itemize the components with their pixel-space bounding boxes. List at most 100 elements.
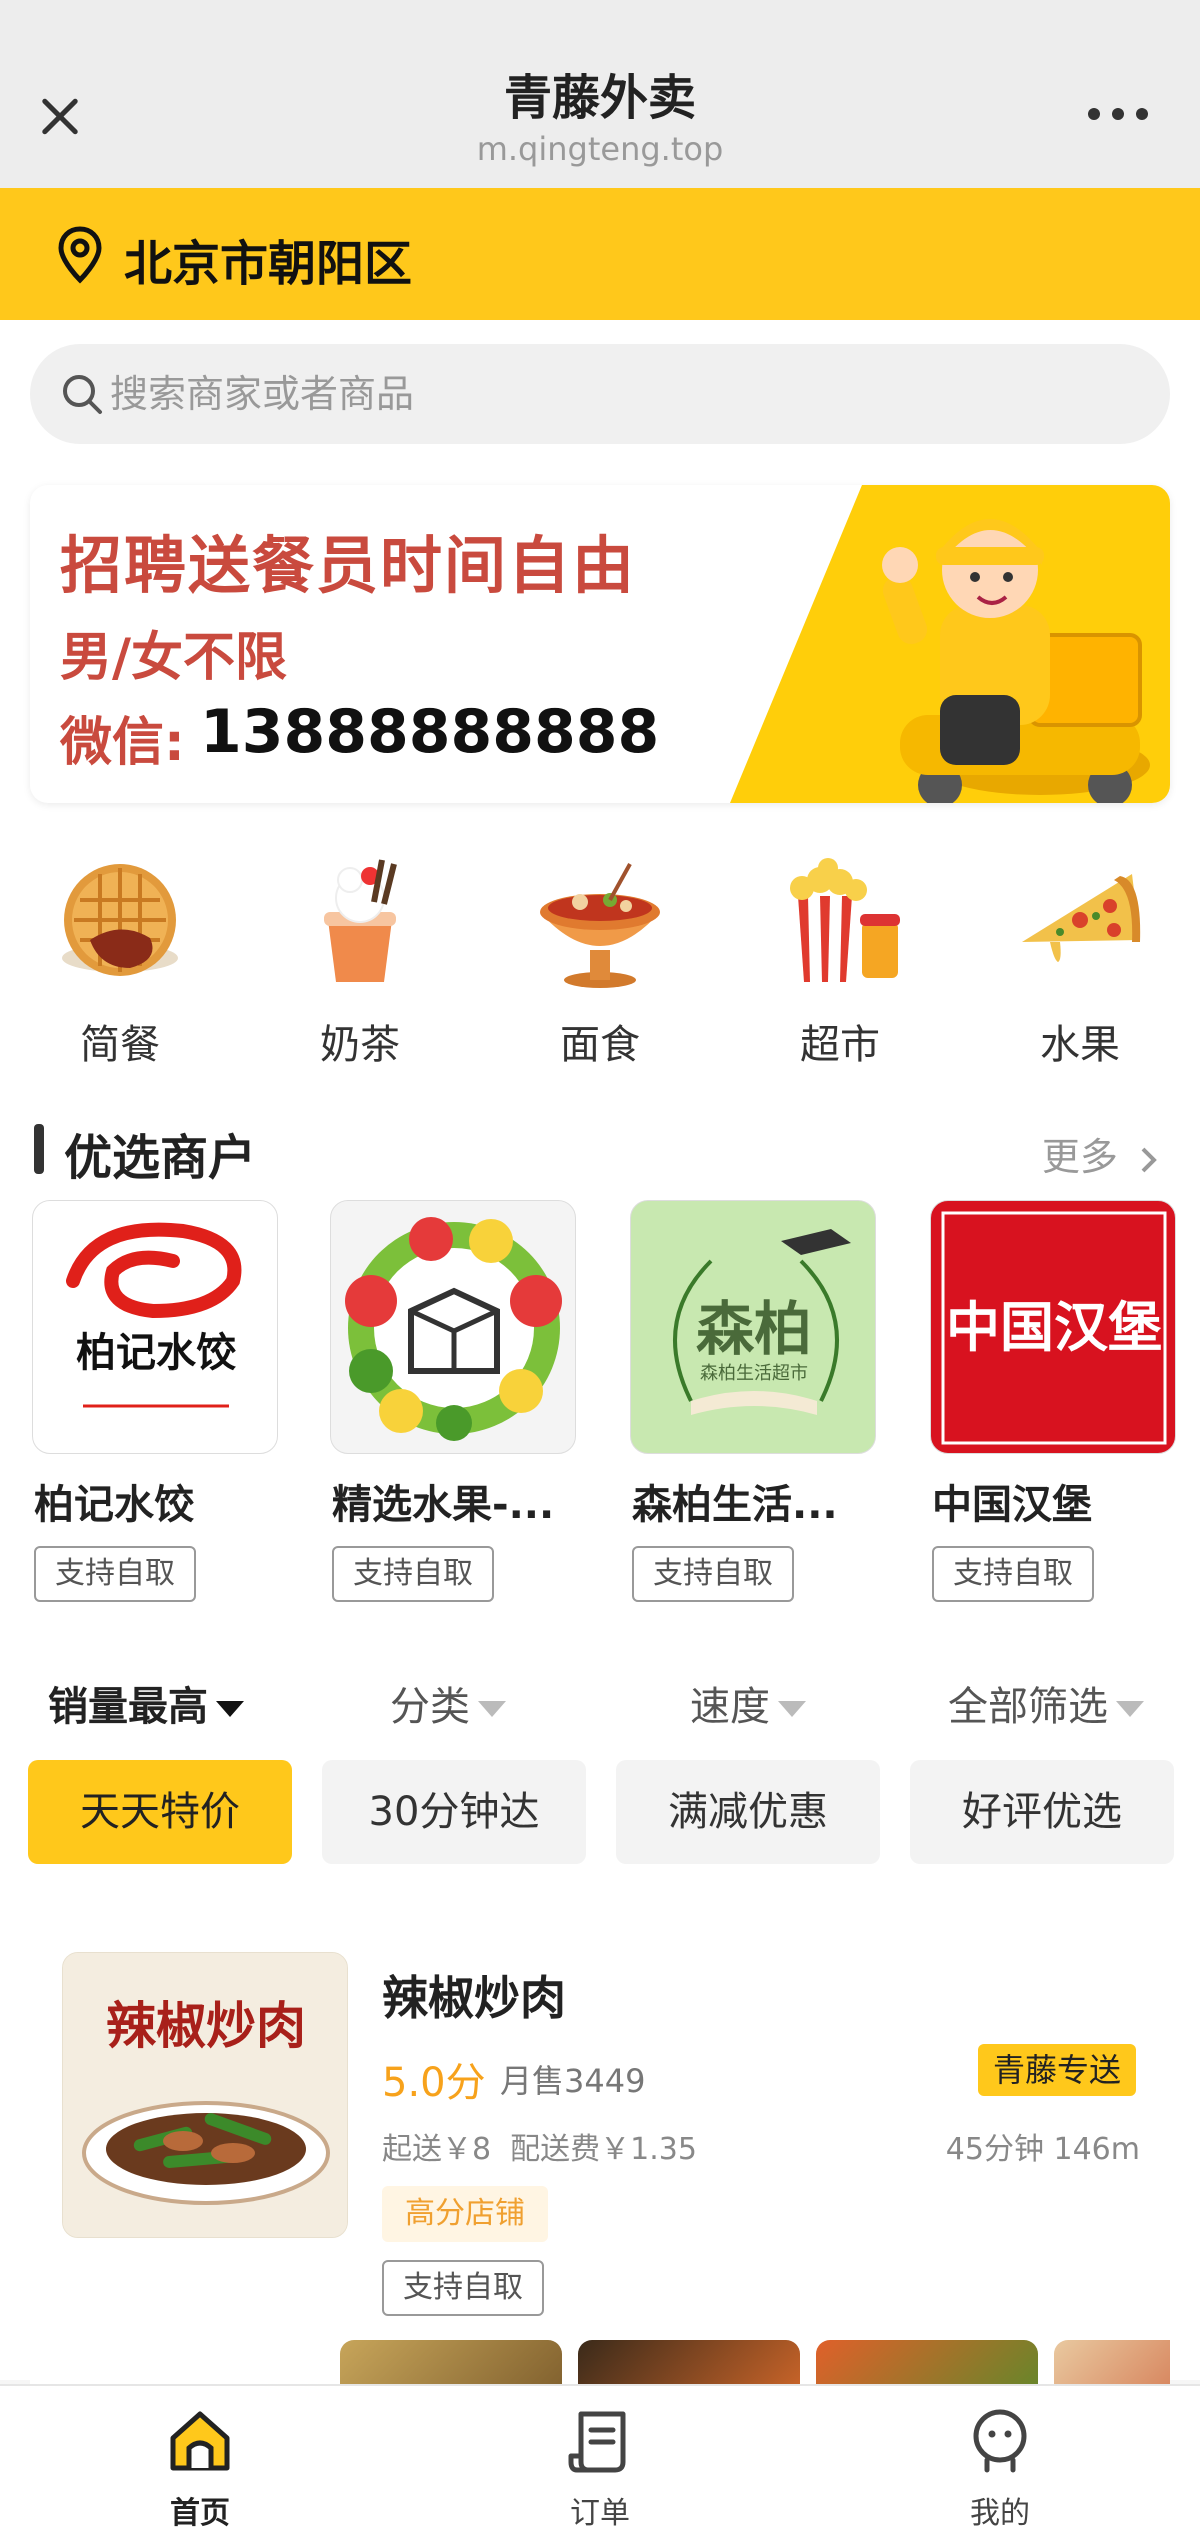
delivery-fee: 配送费￥1.35 [510,2132,697,2167]
banner-headline: 招聘送餐员时间自由 [60,529,637,602]
nav-label: 我的 [970,2496,1030,2531]
category-item[interactable]: 简餐 [20,850,220,1068]
merchant-logo-text: 森柏 [696,1295,812,1363]
store-card[interactable]: 辣椒炒肉 辣椒炒肉 5.0分 月售3449 青藤专送 起送￥8 配送费￥1.35… [30,1920,1170,2420]
more-icon[interactable] [1088,108,1148,122]
filter-chips: 天天特价 30分钟达 满减优惠 好评优选 [0,1760,1200,1870]
merchant-name: 森柏生活... [632,1482,838,1528]
merchant-card[interactable]: 柏记水饺 柏记水饺 支持自取 [32,1200,322,1620]
recruit-banner[interactable]: 招聘送餐员时间自由 男/女不限 微信: 13888888888 [30,485,1170,803]
category-item[interactable]: 奶茶 [260,850,460,1068]
merchant-logo-subtext: 森柏生活超市 [700,1363,808,1384]
search-bar[interactable] [30,344,1170,444]
search-icon [63,375,102,414]
category-item[interactable]: 超市 [740,850,940,1068]
banner-phone: 13888888888 [200,697,660,767]
pickup-tag: 支持自取 [332,1546,494,1602]
nav-label: 首页 [170,2496,230,2531]
more-label: 更多 [1041,1135,1118,1179]
sort-category[interactable]: 分类 [390,1674,506,1732]
merchant-name: 柏记水饺 [34,1482,194,1528]
store-image: 辣椒炒肉 [62,1952,348,2238]
merchant-card[interactable]: 森柏 森柏生活超市 森柏生活... 支持自取 [630,1200,920,1620]
min-order: 起送￥8 [382,2132,492,2167]
merchant-logo: 中国汉堡 [930,1200,1176,1454]
pickup-tag: 支持自取 [382,2260,544,2316]
page-title: 青藤外卖 [503,70,696,126]
sort-sales[interactable]: 销量最高 [48,1674,244,1732]
nav-orders[interactable]: 订单 [500,2406,700,2536]
milk-tea-icon [324,859,397,982]
pickup-tag: 支持自取 [932,1546,1094,1602]
popcorn-icon [790,858,900,982]
main-content: 招聘送餐员时间自由 男/女不限 微信: 13888888888 [0,320,1200,2420]
sort-speed[interactable]: 速度 [690,1674,806,1732]
high-score-tag: 高分店铺 [382,2186,548,2242]
merchant-logo: 柏记水饺 [32,1200,278,1454]
triangle-down-icon [778,1701,806,1717]
sort-label: 销量最高 [48,1684,208,1730]
search-input[interactable] [110,344,1110,444]
triangle-down-icon [216,1701,244,1717]
category-grid: 简餐 奶茶 面食 超市 水果 [0,850,1200,1068]
store-monthly-sales: 月售3449 [500,2062,646,2100]
store-rating: 5.0分 [382,2060,486,2106]
delivery-rider-illustration [882,519,1150,803]
waffle-icon [62,864,178,976]
sort-bar: 销量最高 分类 速度 全部筛选 [0,1650,1200,1750]
category-label: 超市 [800,1022,880,1068]
featured-section-header: 优选商户 更多 [0,1110,1200,1186]
sort-label: 全部筛选 [948,1684,1108,1730]
chip-top-rated[interactable]: 好评优选 [910,1760,1174,1864]
chip-30min[interactable]: 30分钟达 [322,1760,586,1864]
category-label: 面食 [560,1022,640,1068]
nav-profile[interactable]: 我的 [900,2406,1100,2536]
order-list-icon [568,2411,626,2473]
pickup-tag: 支持自取 [34,1546,196,1602]
section-accent-bar [34,1124,44,1174]
section-title: 优选商户 [64,1130,257,1186]
sort-label: 速度 [690,1684,770,1730]
profile-icon [973,2409,1027,2473]
merchant-card[interactable]: 精选水果-... 支持自取 [330,1200,620,1620]
location-bar[interactable]: 北京市朝阳区 [0,188,1200,320]
home-icon [170,2411,230,2471]
merchant-card[interactable]: 中国汉堡 中国汉堡 支持自取 [930,1200,1200,1620]
featured-merchants: 柏记水饺 柏记水饺 支持自取 精选水果-... 支持自取 森柏 森柏生活超市 森… [0,1200,1200,1630]
merchant-logo [330,1200,576,1454]
category-item[interactable]: 水果 [980,850,1180,1068]
merchant-name: 中国汉堡 [932,1482,1092,1528]
hotpot-icon [540,863,660,988]
sort-label: 分类 [390,1684,470,1730]
location-pin-icon [58,226,102,284]
category-item[interactable]: 面食 [500,850,700,1068]
delivery-time-distance: 45分钟 146m [945,2132,1140,2167]
nav-label: 订单 [570,2496,630,2531]
merchant-name: 精选水果-... [332,1482,555,1528]
triangle-down-icon [1116,1701,1144,1717]
bottom-nav: 首页 订单 我的 [0,2384,1200,2547]
pickup-tag: 支持自取 [632,1546,794,1602]
store-image-text: 辣椒炒肉 [106,1996,306,2055]
category-label: 简餐 [80,1022,160,1068]
chevron-right-icon [1141,1147,1157,1172]
location-text: 北京市朝阳区 [124,236,413,292]
banner-subline: 男/女不限 [60,628,287,688]
store-name: 辣椒炒肉 [382,1971,566,2025]
page-url: m.qingteng.top [476,130,724,168]
pizza-icon [1022,874,1141,962]
store-fees: 起送￥8 配送费￥1.35 [382,2124,697,2168]
sort-all-filters[interactable]: 全部筛选 [948,1674,1144,1732]
banner-wechat-label: 微信: [60,713,185,773]
triangle-down-icon [478,1701,506,1717]
more-link[interactable]: 更多 [1042,1126,1160,1181]
merchant-logo-text: 柏记水饺 [76,1330,236,1376]
category-label: 奶茶 [320,1022,400,1068]
chip-daily-deal[interactable]: 天天特价 [28,1760,292,1864]
nav-home[interactable]: 首页 [100,2406,300,2536]
merchant-logo-text: 中国汉堡 [946,1296,1162,1359]
delivery-badge: 青藤专送 [978,2044,1136,2096]
chip-discount[interactable]: 满减优惠 [616,1760,880,1864]
category-label: 水果 [1040,1022,1120,1068]
title-bar: 青藤外卖 m.qingteng.top [0,0,1200,188]
